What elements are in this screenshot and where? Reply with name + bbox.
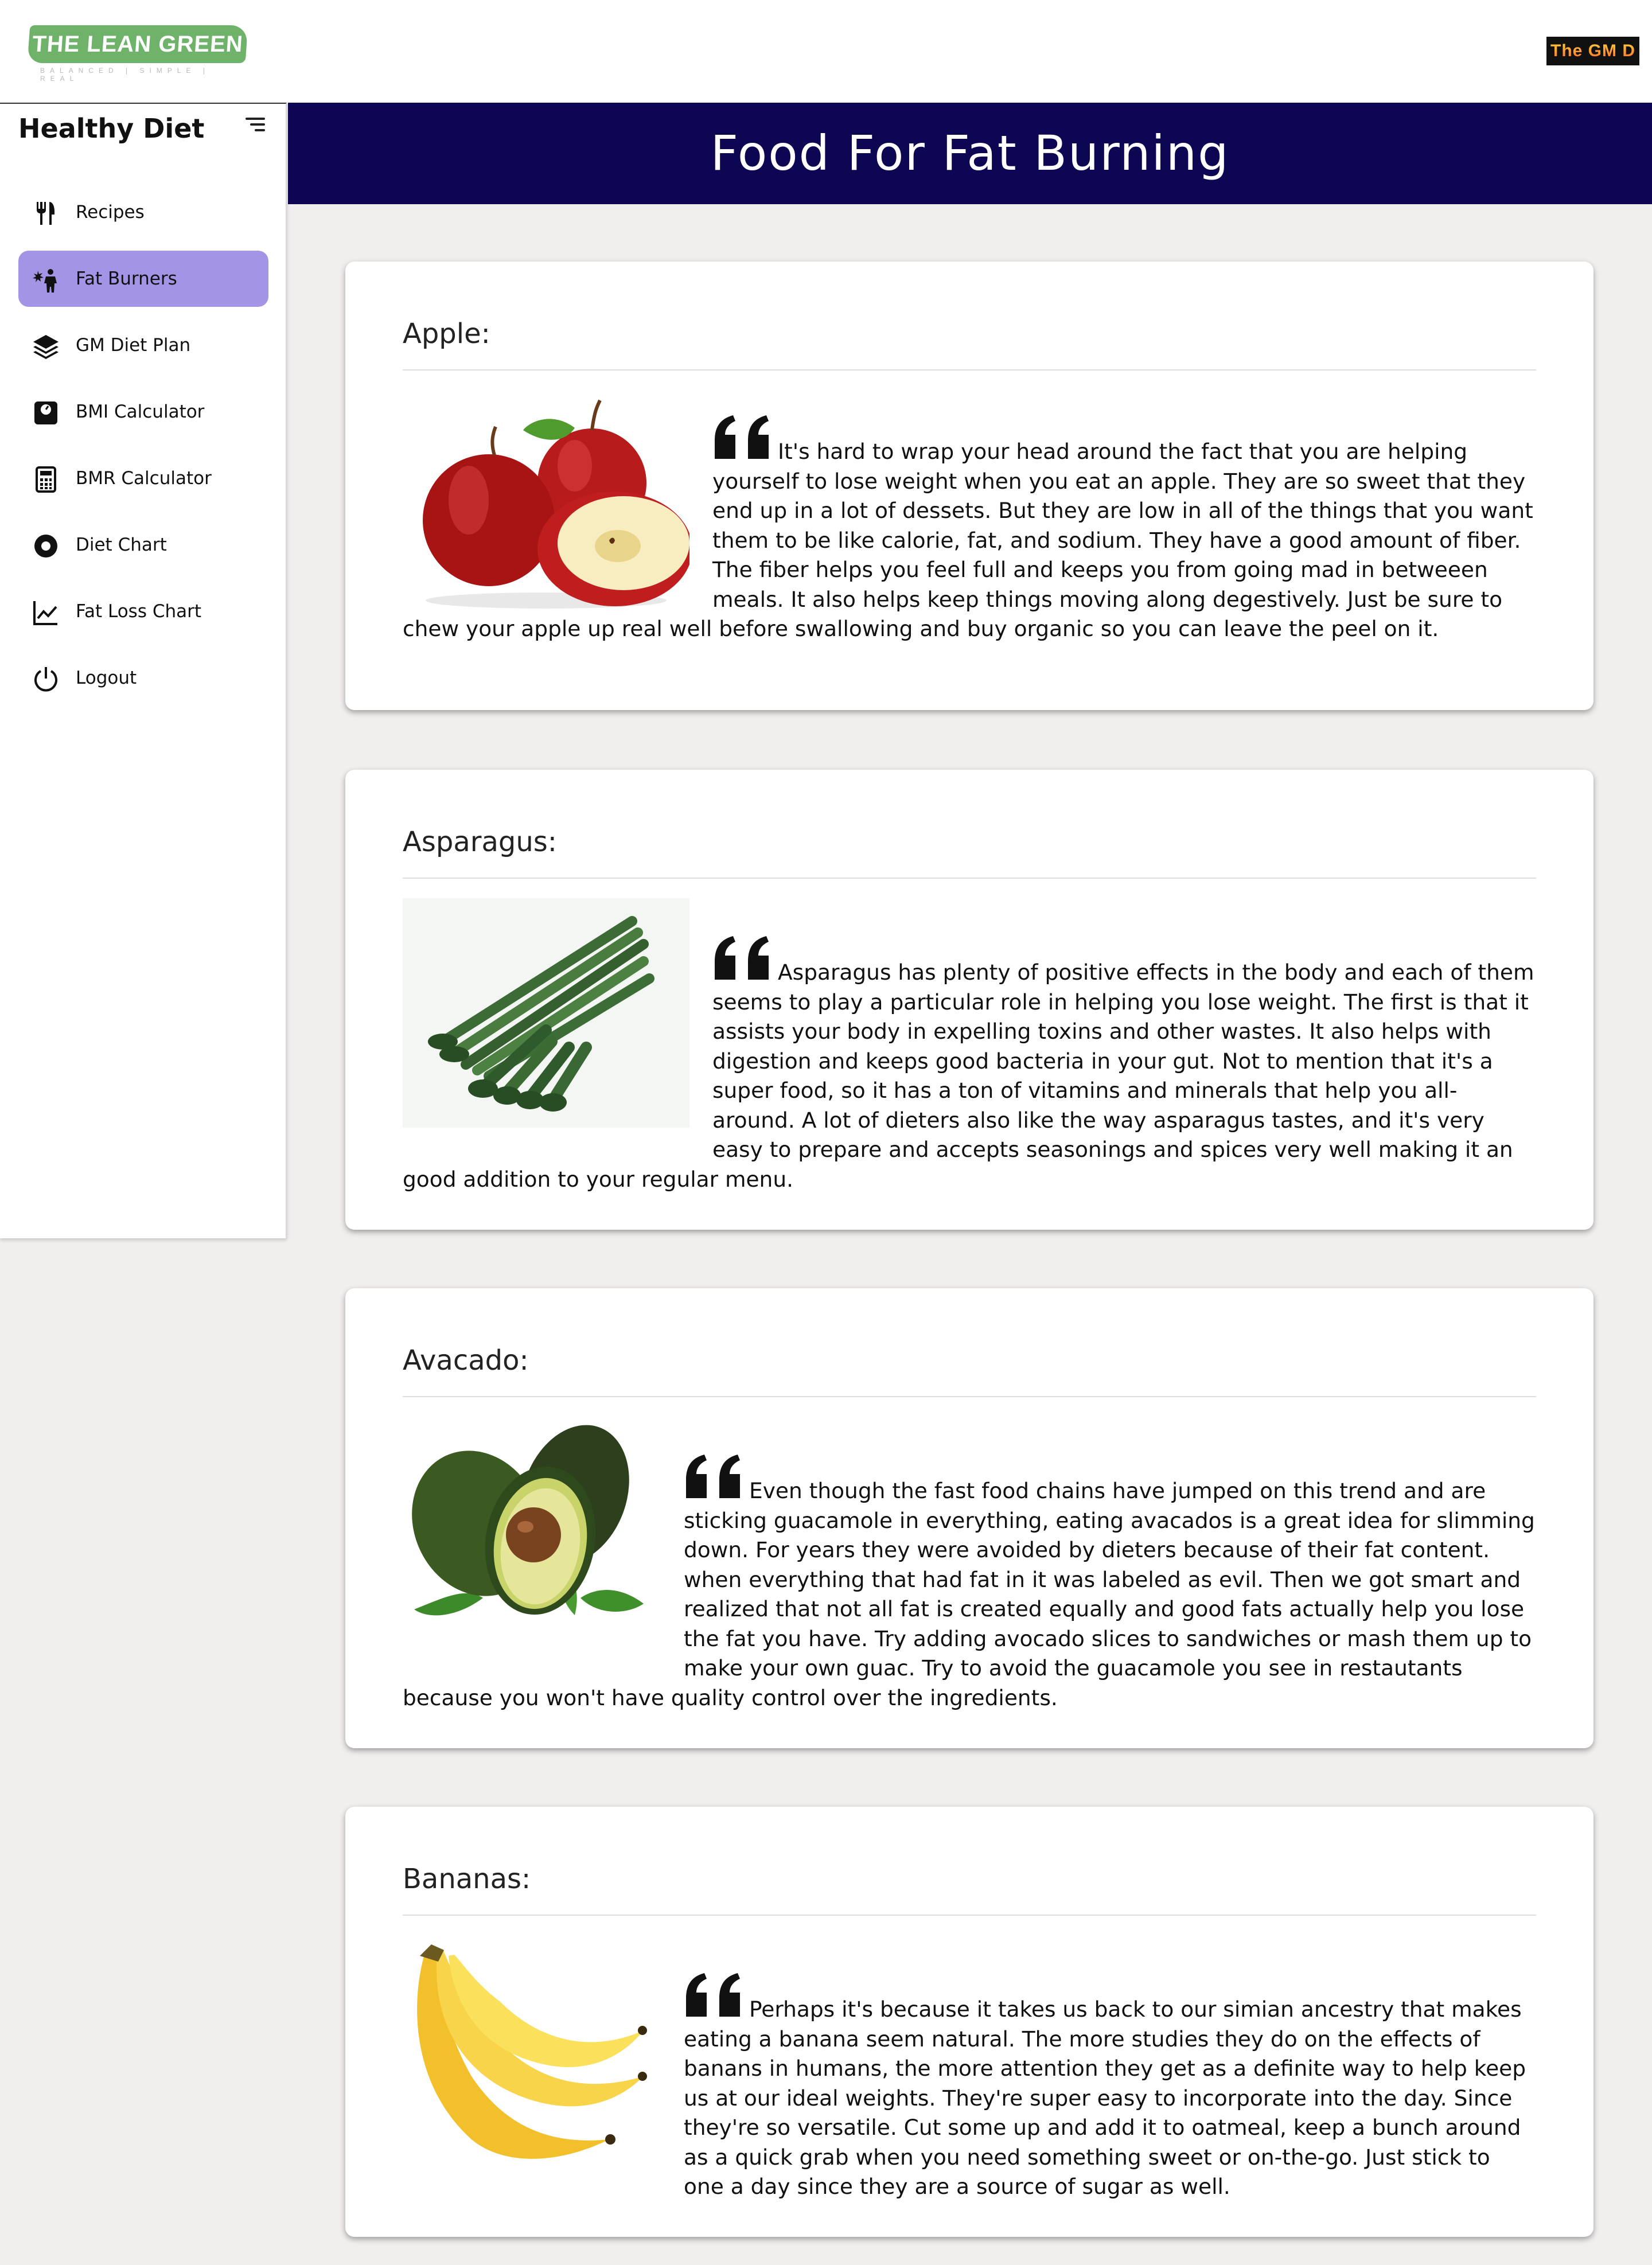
sidebar-item-logout[interactable]: Logout [18, 650, 268, 706]
scale-icon [34, 401, 57, 424]
image-float-spacer [403, 936, 712, 1143]
brand-logo[interactable]: THE LEAN GREEN BEAN BALANCED | SIMPLE | … [27, 25, 248, 95]
sidebar-item-fat-burners[interactable]: Fat Burners [18, 251, 268, 307]
food-card-bananas: Bananas: Perhaps it's because it takes u… [345, 1807, 1593, 2237]
sidebar-item-bmi-calculator[interactable]: BMI Calculator [18, 384, 268, 440]
card-title: Asparagus: [403, 826, 557, 858]
power-icon [34, 667, 57, 692]
logo-title: THE LEAN GREEN BEAN [27, 25, 248, 95]
image-float-spacer [403, 415, 712, 611]
sidebar-item-label: Fat Loss Chart [76, 601, 202, 622]
card-title: Avacado: [403, 1344, 529, 1377]
image-float-spacer [403, 1455, 684, 1661]
card-description: Even though the fast food chains have ju… [403, 1455, 1536, 1713]
sidebar-item-recipes[interactable]: Recipes [18, 184, 268, 240]
calculator-icon [36, 466, 56, 493]
line-chart-icon [33, 601, 57, 625]
sidebar-title: Healthy Diet [18, 113, 205, 144]
gm-badge-text: The GM D [1550, 41, 1635, 60]
page-title: Food For Fat Burning [710, 125, 1230, 181]
layers-icon [33, 335, 59, 359]
sidebar-item-label: BMR Calculator [76, 468, 212, 489]
divider [403, 1915, 1536, 1916]
sidebar-item-diet-chart[interactable]: Diet Chart [18, 517, 268, 573]
food-card-asparagus: Asparagus: Asparagus has plenty of posit… [345, 770, 1593, 1230]
quote-icon [686, 1973, 740, 2017]
logo-tagline: BALANCED | SIMPLE | REAL [40, 67, 210, 83]
sidebar: Healthy Diet Recipes Fat Burners GM Diet… [0, 103, 287, 1238]
sidebar-item-bmr-calculator[interactable]: BMR Calculator [18, 450, 268, 506]
quote-icon [686, 1455, 740, 1498]
sidebar-item-label: BMI Calculator [76, 401, 205, 422]
sidebar-item-label: Fat Burners [76, 268, 177, 289]
food-card-apple: Apple: It's hard to wrap your head aroun… [345, 262, 1593, 710]
sidebar-item-gm-diet-plan[interactable]: GM Diet Plan [18, 317, 268, 373]
divider [403, 878, 1536, 879]
card-description-text: Perhaps it's because it takes us back to… [684, 1997, 1526, 2199]
quote-icon [715, 415, 769, 459]
page-header: Food For Fat Burning [288, 103, 1652, 204]
gm-diet-badge[interactable]: The GM D [1546, 37, 1639, 65]
card-title: Apple: [403, 318, 490, 350]
divider [403, 369, 1536, 371]
food-card-avocado: Avacado: Even though the fast food chain… [345, 1288, 1593, 1748]
card-description: Perhaps it's because it takes us back to… [403, 1973, 1536, 2214]
menu-icon[interactable] [246, 118, 266, 138]
image-float-spacer [403, 1973, 684, 2214]
quote-icon [715, 936, 769, 980]
card-description: Asparagus has plenty of positive effects… [403, 936, 1536, 1194]
record-icon [34, 535, 57, 558]
sidebar-item-label: Recipes [76, 202, 145, 223]
top-bar: THE LEAN GREEN BEAN BALANCED | SIMPLE | … [0, 0, 1652, 103]
fork-knife-icon [37, 202, 54, 225]
card-title: Bananas: [403, 1863, 531, 1895]
sidebar-item-label: GM Diet Plan [76, 335, 191, 356]
sidebar-item-label: Diet Chart [76, 535, 167, 555]
sidebar-item-label: Logout [76, 668, 137, 688]
card-description: It's hard to wrap your head around the f… [403, 415, 1536, 644]
divider [403, 1396, 1536, 1397]
fat-burner-icon [33, 269, 57, 293]
sidebar-item-fat-loss-chart[interactable]: Fat Loss Chart [18, 583, 268, 640]
